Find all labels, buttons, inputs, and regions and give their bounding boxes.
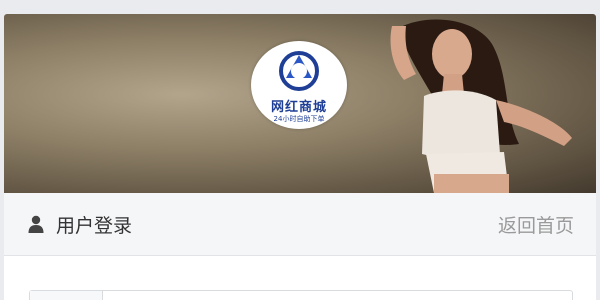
banner: 网红商城 24小时自助下单 bbox=[4, 14, 596, 193]
logo-ring-icon bbox=[279, 51, 319, 91]
login-form bbox=[4, 256, 596, 300]
page-title: 用户登录 bbox=[56, 215, 133, 237]
username-input-group bbox=[29, 290, 573, 300]
brand-logo: 网红商城 24小时自助下单 bbox=[251, 41, 347, 129]
back-to-home-link[interactable]: 返回首页 bbox=[498, 211, 574, 238]
logo-subtitle: 24小时自助下单 bbox=[273, 115, 325, 123]
username-input[interactable] bbox=[103, 291, 571, 300]
panel-header: 用户登录 返回首页 bbox=[4, 193, 596, 256]
login-card: 网红商城 24小时自助下单 用户登录 返回首页 bbox=[4, 14, 596, 300]
logo-title: 网红商城 bbox=[270, 100, 327, 115]
input-addon bbox=[30, 291, 103, 300]
user-icon bbox=[28, 215, 44, 233]
